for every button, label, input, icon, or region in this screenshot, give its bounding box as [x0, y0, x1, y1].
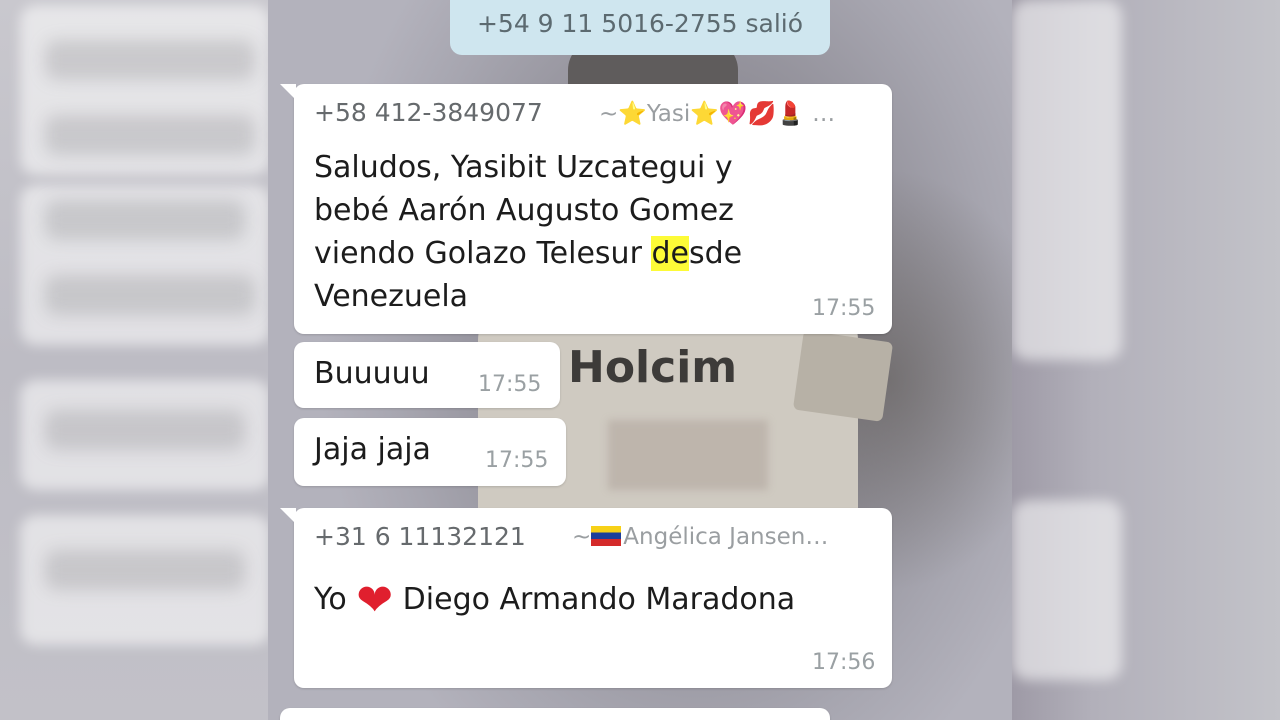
ghost-text: [45, 410, 245, 450]
message-text: Jaja jaja: [314, 432, 431, 467]
sender-alias-text: Angélica Jansen…: [623, 524, 829, 550]
search-highlight: de: [651, 236, 689, 271]
ghost-text: [45, 275, 255, 315]
blurred-left-panel: [0, 0, 270, 720]
message-text: Saludos, Yasibit Uzcategui y bebé Aarón …: [314, 146, 742, 318]
message-fragment: Yo: [314, 582, 347, 617]
chat-screen: Holcim +54 9 11 5016-2755 salió +58 412-…: [268, 0, 1012, 720]
message-bubble[interactable]: +31 6 11132121 ~ Angélica Jansen… Yo ❤ Di…: [280, 508, 892, 688]
sender-phone[interactable]: +31 6 11132121: [314, 522, 526, 551]
message-time: 17:55: [478, 372, 542, 397]
message-line: Venezuela: [314, 279, 469, 314]
ghost-bubble: [1012, 0, 1122, 360]
message-fragment: Diego Armando Maradona: [402, 582, 796, 617]
message-text: Buuuuu: [314, 356, 430, 391]
sender-phone[interactable]: +58 412-3849077: [314, 98, 543, 127]
message-line: viendo Golazo Telesur desde: [314, 232, 742, 275]
message-bubble-partial[interactable]: [280, 708, 830, 720]
venezuela-flag-icon: [591, 526, 622, 546]
message-bubble[interactable]: Jaja jaja 17:55: [294, 418, 566, 486]
red-heart-icon: ❤: [356, 575, 394, 626]
message-line: bebé Aarón Augusto Gomez: [314, 193, 734, 228]
wallpaper-sleeve: [792, 330, 894, 422]
sender-alias: ~ Angélica Jansen…: [572, 524, 829, 550]
blurred-right-panel: [1012, 0, 1280, 720]
shirt-print: [608, 420, 768, 490]
message-time: 17:55: [812, 296, 876, 321]
ghost-text: [45, 550, 245, 590]
sender-alias: ~⭐Yasi⭐💖💋💄 …: [599, 101, 836, 127]
ghost-bubble: [1012, 500, 1122, 680]
message-time: 17:56: [812, 650, 876, 675]
ghost-text: [45, 115, 255, 155]
message-bubble[interactable]: Buuuuu 17:55: [294, 342, 560, 408]
message-time: 17:55: [485, 448, 549, 473]
ghost-text: [45, 200, 245, 240]
message-bubble[interactable]: +58 412-3849077 ~⭐Yasi⭐💖💋💄 … Saludos, Ya…: [280, 84, 892, 334]
ghost-text: [45, 40, 255, 80]
shirt-sponsor-text: Holcim: [568, 342, 738, 393]
system-message: +54 9 11 5016-2755 salió: [450, 0, 830, 55]
message-text: Yo ❤ Diego Armando Maradona: [314, 578, 796, 623]
message-fragment: sde: [688, 236, 743, 271]
message-line: Saludos, Yasibit Uzcategui y: [314, 150, 733, 185]
message-fragment: viendo Golazo Telesur: [314, 236, 652, 271]
